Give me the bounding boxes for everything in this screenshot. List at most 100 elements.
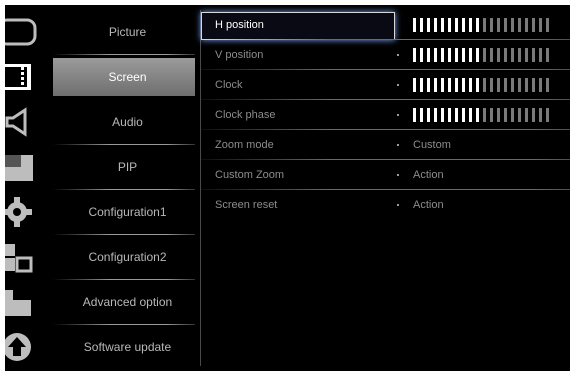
slider-tick — [504, 108, 507, 122]
slider-tick — [504, 18, 507, 32]
slider-tick — [441, 108, 444, 122]
menu-item-picture[interactable]: Picture — [5, 10, 195, 55]
slider-tick — [469, 48, 472, 62]
v-position-slider[interactable] — [413, 48, 553, 62]
bullet-dot — [397, 174, 399, 176]
slider-tick — [483, 108, 486, 122]
slider-tick — [427, 78, 430, 92]
menu-item-label: Screen — [108, 70, 147, 84]
slider-tick — [448, 78, 451, 92]
slider-tick — [504, 78, 507, 92]
menu-item-configuration1[interactable]: Configuration1 — [5, 190, 195, 235]
slider-tick — [483, 48, 486, 62]
slider-tick — [420, 18, 423, 32]
menu-item-software-update[interactable]: Software update — [5, 325, 195, 369]
setting-clock[interactable]: Clock — [201, 70, 570, 100]
slider-tick — [504, 48, 507, 62]
slider-tick — [434, 48, 437, 62]
slider-tick — [497, 48, 500, 62]
slider-tick — [532, 78, 535, 92]
slider-tick — [490, 48, 493, 62]
slider-tick — [413, 78, 416, 92]
bullet-dot — [397, 204, 399, 206]
setting-value: Action — [413, 169, 444, 181]
slider-tick — [413, 48, 416, 62]
bullet-dot — [397, 144, 399, 146]
setting-v-position[interactable]: V position — [201, 40, 570, 70]
slider-tick — [532, 108, 535, 122]
slider-tick — [511, 78, 514, 92]
slider-tick — [539, 78, 542, 92]
menu-item-advanced-option[interactable]: Advanced option — [5, 280, 195, 325]
slider-tick — [497, 108, 500, 122]
slider-tick — [448, 18, 451, 32]
setting-h-position[interactable]: H position — [201, 10, 570, 40]
slider-tick — [434, 108, 437, 122]
slider-tick — [413, 18, 416, 32]
slider-tick — [511, 108, 514, 122]
slider-tick — [539, 48, 542, 62]
slider-tick — [420, 78, 423, 92]
setting-zoom-mode[interactable]: Zoom mode Custom — [201, 130, 570, 160]
slider-tick — [448, 48, 451, 62]
slider-tick — [427, 48, 430, 62]
slider-tick — [497, 18, 500, 32]
setting-clock-phase[interactable]: Clock phase — [201, 100, 570, 130]
slider-tick — [462, 108, 465, 122]
slider-tick — [476, 48, 479, 62]
slider-tick — [497, 78, 500, 92]
slider-tick — [441, 48, 444, 62]
setting-label: Clock phase — [215, 109, 276, 121]
slider-tick — [476, 108, 479, 122]
setting-screen-reset[interactable]: Screen reset Action — [201, 190, 570, 220]
clock-slider[interactable] — [413, 78, 553, 92]
slider-tick — [448, 108, 451, 122]
upload-icon — [5, 331, 41, 363]
slider-tick — [469, 78, 472, 92]
config-icon — [5, 241, 41, 273]
slider-tick — [413, 108, 416, 122]
slider-tick — [525, 108, 528, 122]
menu-item-configuration2[interactable]: Configuration2 — [5, 235, 195, 280]
setting-label: Custom Zoom — [215, 169, 285, 181]
slider-tick — [469, 18, 472, 32]
slider-tick — [483, 78, 486, 92]
setting-custom-zoom[interactable]: Custom Zoom Action — [201, 160, 570, 190]
slider-tick — [539, 108, 542, 122]
slider-tick — [525, 78, 528, 92]
h-position-slider[interactable] — [413, 18, 553, 32]
menu-item-screen[interactable]: Screen — [5, 55, 195, 99]
menu-item-label: Configuration1 — [88, 205, 167, 219]
slider-tick — [434, 18, 437, 32]
setting-value: Action — [413, 199, 444, 211]
menu-item-label: Picture — [108, 25, 147, 39]
slider-tick — [546, 108, 549, 122]
gear-icon — [5, 196, 41, 228]
slider-tick — [462, 18, 465, 32]
menu-item-label: Software update — [83, 340, 172, 354]
slider-tick — [490, 108, 493, 122]
menu-item-label: Configuration2 — [88, 250, 167, 264]
advanced-icon — [5, 286, 41, 318]
slider-tick — [469, 108, 472, 122]
slider-tick — [546, 78, 549, 92]
screen-settings-list: H position V position Clock Clock phase — [201, 10, 570, 310]
slider-tick — [518, 48, 521, 62]
menu-item-label: Audio — [112, 115, 143, 129]
slider-tick — [490, 18, 493, 32]
slider-tick — [462, 48, 465, 62]
bullet-dot — [397, 54, 399, 56]
slider-tick — [455, 78, 458, 92]
clock-phase-slider[interactable] — [413, 108, 553, 122]
menu-item-label: Advanced option — [82, 295, 173, 309]
picture-icon — [5, 16, 41, 48]
menu-item-audio[interactable]: Audio — [5, 100, 195, 145]
slider-tick — [476, 18, 479, 32]
slider-tick — [490, 78, 493, 92]
bullet-dot — [397, 84, 399, 86]
slider-tick — [455, 48, 458, 62]
menu-item-pip[interactable]: PIP — [5, 145, 195, 190]
slider-tick — [511, 18, 514, 32]
slider-tick — [483, 18, 486, 32]
slider-tick — [518, 18, 521, 32]
